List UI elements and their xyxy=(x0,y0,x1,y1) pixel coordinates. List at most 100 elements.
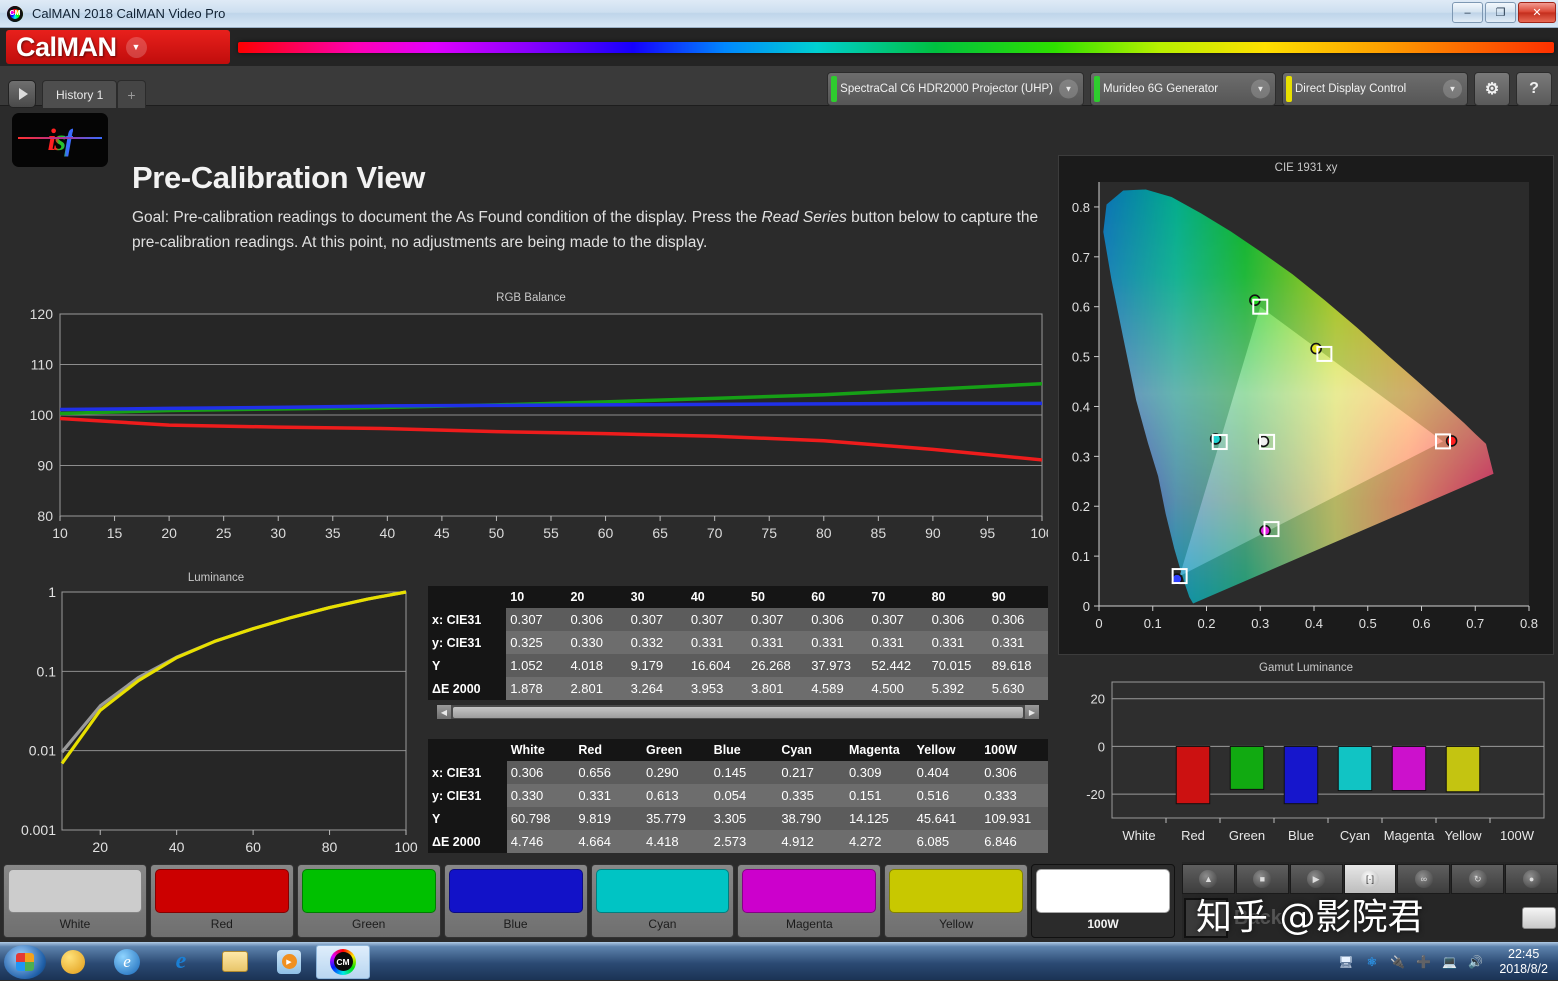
svg-text:0.1: 0.1 xyxy=(1144,616,1162,631)
table-cell: 0.309 xyxy=(845,761,913,784)
meter-selector[interactable]: SpectraCal C6 HDR2000 Projector (UHP) ▼ xyxy=(827,72,1084,106)
bluetooth-icon[interactable]: ⚛ xyxy=(1363,954,1380,971)
record-icon: ● xyxy=(1523,870,1541,888)
taskbar-item-calman[interactable]: CM xyxy=(316,945,370,979)
table-row-label: Y xyxy=(428,807,507,830)
refresh-button[interactable]: ↻ xyxy=(1451,864,1504,894)
color-patch-button[interactable]: 100W xyxy=(1031,864,1175,938)
table-cell: 0.331 xyxy=(574,784,642,807)
tab-history-1[interactable]: History 1 xyxy=(42,80,117,108)
svg-text:0.6: 0.6 xyxy=(1072,300,1090,315)
table-row: ΔE 20004.7464.6644.4182.5734.9124.2726.0… xyxy=(428,830,1048,853)
network-share-icon[interactable]: 🖥 xyxy=(1337,954,1354,971)
calman-logo-icon: CM xyxy=(7,6,23,22)
color-patch-button[interactable]: Yellow xyxy=(884,864,1028,938)
measure-button[interactable]: [·] xyxy=(1344,864,1397,894)
svg-text:0.7: 0.7 xyxy=(1466,616,1484,631)
add-tab-button[interactable]: + xyxy=(117,80,145,108)
table-cell: 0.145 xyxy=(710,761,778,784)
back-button[interactable]: Back xyxy=(1234,907,1282,930)
taskbar-item-explorer[interactable] xyxy=(208,945,262,979)
svg-text:0.4: 0.4 xyxy=(1305,616,1323,631)
table-cell: 0.307 xyxy=(627,608,687,631)
question-icon[interactable]: ? xyxy=(1516,72,1552,106)
svg-text:65: 65 xyxy=(652,525,668,541)
color-patch-button[interactable]: Cyan xyxy=(591,864,735,938)
keyboard-icon[interactable] xyxy=(1522,907,1556,929)
table-cell: 4.912 xyxy=(777,830,845,853)
goal-text-emphasis: Read Series xyxy=(762,209,847,226)
svg-text:70: 70 xyxy=(707,525,723,541)
color-patch-button[interactable]: Green xyxy=(297,864,441,938)
play-button[interactable]: ▶ xyxy=(1290,864,1343,894)
chevron-down-icon[interactable]: ▼ xyxy=(1251,80,1270,99)
restore-button[interactable]: ❐ xyxy=(1485,2,1516,23)
windows-start-icon[interactable] xyxy=(4,945,46,979)
color-patch-label: Cyan xyxy=(648,917,676,931)
calman-brand-button[interactable]: CalMAN ▼ xyxy=(6,30,230,64)
table-row: Y60.7989.81935.7793.30538.79014.12545.64… xyxy=(428,807,1048,830)
display-icon[interactable]: 💻 xyxy=(1441,954,1458,971)
svg-text:0.5: 0.5 xyxy=(1072,350,1090,365)
table-cell: 0.404 xyxy=(913,761,981,784)
table-cell: 4.746 xyxy=(507,830,575,853)
svg-text:Green: Green xyxy=(1229,828,1265,843)
color-patch-button[interactable]: Magenta xyxy=(737,864,881,938)
svg-text:40: 40 xyxy=(380,525,396,541)
play-icon xyxy=(19,88,28,100)
table-column-header: White xyxy=(507,739,575,761)
tab-strip: History 1 + xyxy=(42,78,146,108)
taskbar-clock[interactable]: 22:45 2018/8/2 xyxy=(1499,947,1548,977)
gear-icon[interactable]: ⚙ xyxy=(1474,72,1510,106)
close-button[interactable]: ✕ xyxy=(1518,2,1556,23)
svg-text:100W: 100W xyxy=(1500,828,1535,843)
svg-text:0.3: 0.3 xyxy=(1251,616,1269,631)
chevron-down-icon[interactable]: ▼ xyxy=(126,37,147,58)
windows-flag-icon xyxy=(16,953,34,971)
table-cell: 6.846 xyxy=(980,830,1048,853)
color-patch-chip xyxy=(1036,869,1170,913)
display-control-selector[interactable]: Direct Display Control ▼ xyxy=(1282,72,1468,106)
table-cell: 0.332 xyxy=(627,631,687,654)
table-cell: 0.325 xyxy=(506,631,566,654)
taskbar-item-player[interactable]: ▶ xyxy=(262,945,316,979)
continuous-button[interactable]: ∞ xyxy=(1397,864,1450,894)
shield-icon[interactable]: ➕ xyxy=(1415,954,1432,971)
taskbar-item-edge[interactable]: e xyxy=(100,945,154,979)
scroll-left-arrow-icon[interactable]: ◀ xyxy=(437,705,451,719)
grayscale-table-scrollbar[interactable]: ◀ ▶ xyxy=(436,704,1040,720)
table-cell: 0.306 xyxy=(566,608,626,631)
record-button[interactable]: ● xyxy=(1505,864,1558,894)
taskbar-item-ie[interactable]: e xyxy=(154,945,208,979)
source-selector[interactable]: Murideo 6G Generator ▼ xyxy=(1090,72,1276,106)
collapse-button[interactable]: ▲ xyxy=(1182,864,1235,894)
color-patch-button[interactable]: Red xyxy=(150,864,294,938)
navigation-row: Back xyxy=(1182,894,1558,942)
scroll-right-arrow-icon[interactable]: ▶ xyxy=(1025,705,1039,719)
source-label: Murideo 6G Generator xyxy=(1103,83,1218,96)
table-cell: 0.217 xyxy=(777,761,845,784)
color-patch-chip xyxy=(889,869,1023,913)
chevron-down-icon[interactable]: ▼ xyxy=(1059,80,1078,99)
page-description: Goal: Pre-calibration readings to docume… xyxy=(132,205,1062,255)
svg-text:20: 20 xyxy=(161,525,177,541)
table-row: y: CIE310.3300.3310.6130.0540.3350.1510.… xyxy=(428,784,1048,807)
workflow-play-button[interactable] xyxy=(8,80,36,108)
chevron-down-icon[interactable]: ▼ xyxy=(1443,80,1462,99)
taskbar-item-media[interactable] xyxy=(46,945,100,979)
table-cell: 16.604 xyxy=(687,654,747,677)
collapse-icon: ▲ xyxy=(1199,870,1217,888)
minimize-button[interactable]: – xyxy=(1452,2,1483,23)
table-cell: 52.442 xyxy=(867,654,927,677)
color-patch-button[interactable]: Blue xyxy=(444,864,588,938)
stop-button[interactable]: ■ xyxy=(1236,864,1289,894)
meter-label: SpectraCal C6 HDR2000 Projector (UHP) xyxy=(840,83,1053,96)
usb-icon[interactable]: 🔌 xyxy=(1389,954,1406,971)
volume-icon[interactable]: 🔊 xyxy=(1467,954,1484,971)
luminance-title: Luminance xyxy=(10,572,422,584)
scrollbar-thumb[interactable] xyxy=(453,707,1023,718)
table-cell: 0.306 xyxy=(980,761,1048,784)
color-patch-button[interactable]: White xyxy=(3,864,147,938)
display-status-indicator xyxy=(1286,76,1292,102)
table-cell: 2.801 xyxy=(566,677,626,700)
